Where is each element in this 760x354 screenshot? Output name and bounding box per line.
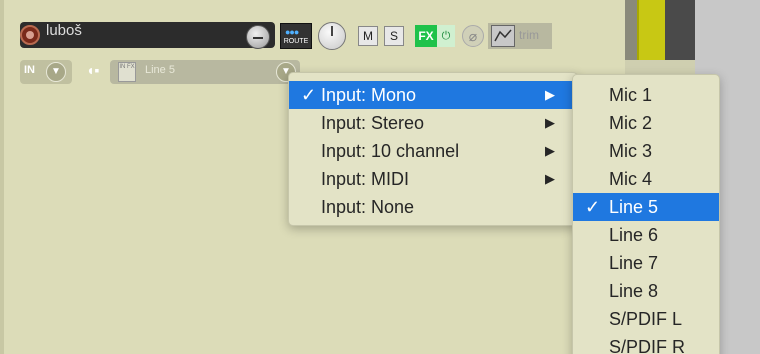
- menu-item-input-midi[interactable]: Input: MIDI ▶: [289, 165, 577, 193]
- pan-knob[interactable]: [318, 22, 346, 50]
- in-dropdown-icon[interactable]: ▼: [46, 62, 66, 82]
- track-name: luboš: [46, 22, 82, 39]
- submenu-item-mic-2[interactable]: Mic 2: [573, 109, 719, 137]
- submenu-arrow-icon: ▶: [545, 115, 555, 130]
- submenu-arrow-icon: ▶: [545, 171, 555, 186]
- menu-item-input-none[interactable]: Input: None: [289, 193, 577, 221]
- submenu-item-label: S/PDIF L: [609, 309, 683, 329]
- checkmark-icon: ✓: [301, 85, 317, 105]
- route-icon: ●●●: [285, 27, 299, 37]
- submenu-item-label: Mic 2: [609, 113, 653, 133]
- submenu-item-label: Line 8: [609, 281, 659, 301]
- solo-button[interactable]: S: [384, 26, 404, 46]
- menu-item-input-stereo[interactable]: Input: Stereo ▶: [289, 109, 577, 137]
- phase-invert-icon[interactable]: ⌀: [462, 25, 484, 47]
- submenu-item-label: S/PDIF R: [609, 337, 686, 354]
- menu-item-label: Input: Stereo: [321, 113, 425, 133]
- menu-item-input-mono[interactable]: ✓ Input: Mono ▶: [289, 81, 577, 109]
- input-select-field[interactable]: [110, 60, 300, 84]
- input-channel-submenu: Mic 1 Mic 2 Mic 3 Mic 4 ✓ Line 5 Line 6 …: [572, 74, 720, 354]
- menu-item-label: Input: None: [321, 197, 415, 217]
- fx-button[interactable]: FX: [415, 25, 437, 47]
- in-label: IN: [24, 64, 35, 76]
- submenu-item-mic-3[interactable]: Mic 3: [573, 137, 719, 165]
- submenu-item-line-7[interactable]: Line 7: [573, 249, 719, 277]
- submenu-item-label: Line 6: [609, 225, 659, 245]
- submenu-item-label: Mic 3: [609, 141, 653, 161]
- fx-power-icon[interactable]: ⏻: [437, 25, 455, 47]
- submenu-item-label: Line 5: [609, 197, 659, 217]
- submenu-item-label: Mic 4: [609, 169, 653, 189]
- media-item-dark[interactable]: [665, 0, 695, 60]
- submenu-item-spdif-l[interactable]: S/PDIF L: [573, 305, 719, 333]
- submenu-item-spdif-r[interactable]: S/PDIF R: [573, 333, 719, 354]
- submenu-item-label: Mic 1: [609, 85, 653, 105]
- route-label: ROUTE: [283, 38, 309, 45]
- submenu-item-label: Line 7: [609, 253, 659, 273]
- submenu-item-mic-4[interactable]: Mic 4: [573, 165, 719, 193]
- submenu-item-line-6[interactable]: Line 6: [573, 221, 719, 249]
- route-button[interactable]: ●●● ROUTE: [280, 23, 312, 49]
- trim-label: trim: [519, 28, 539, 42]
- track-edge: [0, 0, 4, 354]
- menu-item-label: Input: Mono: [321, 85, 417, 105]
- submenu-item-line-8[interactable]: Line 8: [573, 277, 719, 305]
- envelope-icon[interactable]: [491, 25, 515, 47]
- input-value: Line 5: [145, 64, 175, 76]
- submenu-arrow-icon: ▶: [545, 143, 555, 158]
- menu-item-label: Input: MIDI: [321, 169, 410, 189]
- menu-item-label: Input: 10 channel: [321, 141, 460, 161]
- checkmark-icon: ✓: [585, 197, 601, 217]
- media-item[interactable]: [637, 0, 665, 60]
- submenu-arrow-icon: ▶: [545, 87, 555, 102]
- volume-knob[interactable]: [246, 25, 270, 49]
- input-type-menu: ✓ Input: Mono ▶ Input: Stereo ▶ Input: 1…: [288, 72, 578, 226]
- submenu-item-line-5[interactable]: ✓ Line 5: [573, 193, 719, 221]
- submenu-item-mic-1[interactable]: Mic 1: [573, 81, 719, 109]
- monitor-speaker-icon[interactable]: ◖▪: [86, 62, 99, 78]
- input-fx-icon[interactable]: IN FX: [118, 62, 136, 82]
- menu-item-input-10-channel[interactable]: Input: 10 channel ▶: [289, 137, 577, 165]
- mute-button[interactable]: M: [358, 26, 378, 46]
- record-arm-button[interactable]: [20, 25, 40, 45]
